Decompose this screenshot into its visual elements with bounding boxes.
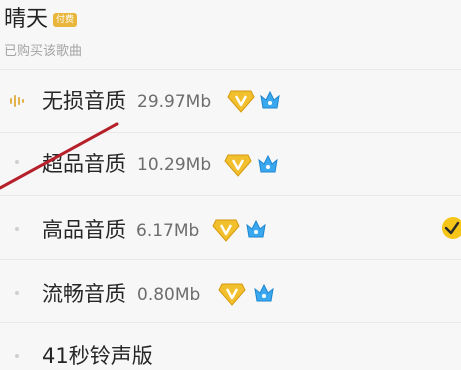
quality-label: 41秒铃声版 <box>42 344 153 368</box>
quality-option-smooth[interactable]: 流畅音质 0.80Mb <box>0 260 461 322</box>
dot-icon <box>15 160 19 164</box>
file-size: 6.17Mb <box>136 221 200 241</box>
vip-diamond-icon <box>218 283 246 306</box>
file-size: 0.80Mb <box>137 285 201 305</box>
paid-badge: 付费 <box>53 13 78 27</box>
file-size: 29.97Mb <box>137 92 212 112</box>
quality-option-high[interactable]: 高品音质 6.17Mb <box>0 196 461 258</box>
purchased-status: 已购买该歌曲 <box>4 44 83 59</box>
quality-label: 高品音质 <box>42 218 126 242</box>
quality-option-super[interactable]: 超品音质 10.29Mb <box>0 133 461 195</box>
quality-label: 超品音质 <box>42 152 126 176</box>
vip-diamond-icon <box>224 154 252 177</box>
crown-icon <box>246 219 266 238</box>
crown-icon <box>258 154 278 173</box>
dot-icon <box>15 354 19 358</box>
playing-bars-icon <box>10 95 24 107</box>
dot-icon <box>15 227 19 231</box>
quality-label: 流畅音质 <box>42 282 126 306</box>
file-size: 10.29Mb <box>137 155 212 175</box>
check-icon <box>442 217 461 239</box>
quality-option-ringtone[interactable]: 41秒铃声版 <box>0 323 461 368</box>
vip-diamond-icon <box>212 219 240 242</box>
crown-icon <box>260 90 280 109</box>
vip-diamond-icon <box>227 90 255 113</box>
quality-label: 无损音质 <box>42 89 126 113</box>
dot-icon <box>15 291 19 295</box>
crown-icon <box>254 283 274 302</box>
song-header: 晴天 付费 已购买该歌曲 <box>0 0 461 70</box>
quality-option-lossless[interactable]: 无损音质 29.97Mb <box>0 70 461 132</box>
song-title: 晴天 <box>4 7 49 32</box>
